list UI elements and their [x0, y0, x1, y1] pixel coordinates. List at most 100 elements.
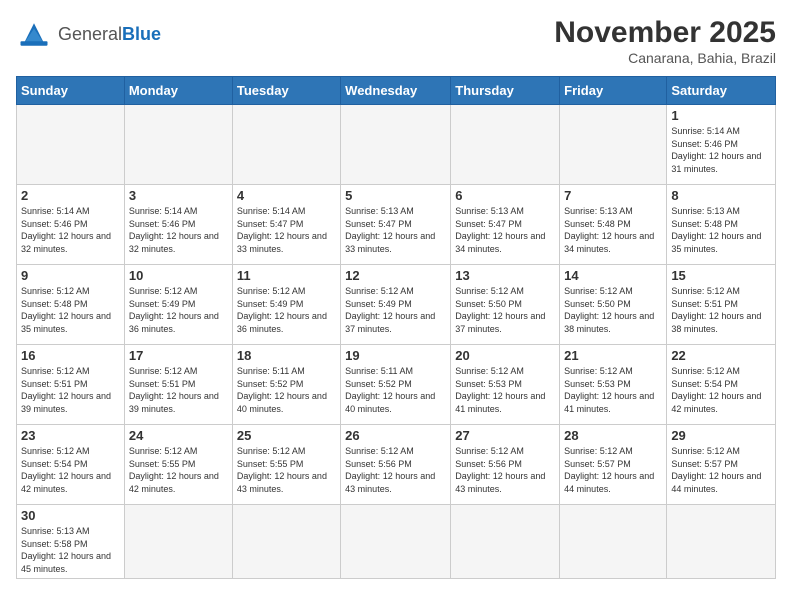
- day-number: 9: [21, 268, 120, 283]
- day-number: 30: [21, 508, 120, 523]
- day-number: 12: [345, 268, 446, 283]
- logo-blue: Blue: [122, 24, 161, 44]
- day-number: 14: [564, 268, 662, 283]
- day-info: Sunrise: 5:12 AM Sunset: 5:56 PM Dayligh…: [455, 445, 555, 495]
- calendar-cell: 11Sunrise: 5:12 AM Sunset: 5:49 PM Dayli…: [232, 265, 340, 345]
- day-number: 13: [455, 268, 555, 283]
- calendar-cell: 23 Sunrise: 5:12 AM Sunset: 5:54 PM Dayli…: [17, 425, 125, 505]
- day-info: Sunrise: 5:12 AM Sunset: 5:49 PM Dayligh…: [345, 285, 446, 335]
- calendar-cell: 19 Sunrise: 5:11 AM Sunset: 5:52 PM Dayli…: [341, 345, 451, 425]
- logo-text: GeneralBlue: [58, 25, 161, 43]
- calendar-cell: 22Sunrise: 5:12 AM Sunset: 5:54 PM Dayli…: [667, 345, 776, 425]
- calendar-cell: 14 Sunrise: 5:12 AM Sunset: 5:50 PM Dayli…: [560, 265, 667, 345]
- calendar-cell: [124, 105, 232, 185]
- day-info: Sunrise: 5:12 AM Sunset: 5:53 PM Dayligh…: [455, 365, 555, 415]
- calendar-header-saturday: Saturday: [667, 77, 776, 105]
- day-number: 2: [21, 188, 120, 203]
- day-number: 26: [345, 428, 446, 443]
- calendar-cell: 27 Sunrise: 5:12 AM Sunset: 5:56 PM Dayli…: [451, 425, 560, 505]
- day-info: Sunrise: 5:14 AM Sunset: 5:46 PM Dayligh…: [671, 125, 771, 175]
- calendar-cell: 16 Sunrise: 5:12 AM Sunset: 5:51 PM Dayli…: [17, 345, 125, 425]
- calendar-cell: [560, 105, 667, 185]
- calendar-cell: 21Sunrise: 5:12 AM Sunset: 5:53 PM Dayli…: [560, 345, 667, 425]
- day-number: 29: [671, 428, 771, 443]
- calendar-header-row: SundayMondayTuesdayWednesdayThursdayFrid…: [17, 77, 776, 105]
- calendar-cell: [560, 505, 667, 579]
- calendar-week-1: 2Sunrise: 5:14 AM Sunset: 5:46 PM Daylig…: [17, 185, 776, 265]
- calendar-cell: 12 Sunrise: 5:12 AM Sunset: 5:49 PM Dayli…: [341, 265, 451, 345]
- calendar-cell: 26Sunrise: 5:12 AM Sunset: 5:56 PM Dayli…: [341, 425, 451, 505]
- day-info: Sunrise: 5:12 AM Sunset: 5:54 PM Dayligh…: [21, 445, 120, 495]
- day-info: Sunrise: 5:12 AM Sunset: 5:55 PM Dayligh…: [237, 445, 336, 495]
- calendar-cell: [451, 505, 560, 579]
- calendar-header-sunday: Sunday: [17, 77, 125, 105]
- day-info: Sunrise: 5:13 AM Sunset: 5:48 PM Dayligh…: [564, 205, 662, 255]
- day-info: Sunrise: 5:13 AM Sunset: 5:58 PM Dayligh…: [21, 525, 120, 575]
- day-info: Sunrise: 5:12 AM Sunset: 5:49 PM Dayligh…: [129, 285, 228, 335]
- day-info: Sunrise: 5:11 AM Sunset: 5:52 PM Dayligh…: [237, 365, 336, 415]
- day-info: Sunrise: 5:12 AM Sunset: 5:57 PM Dayligh…: [671, 445, 771, 495]
- day-number: 27: [455, 428, 555, 443]
- day-info: Sunrise: 5:11 AM Sunset: 5:52 PM Dayligh…: [345, 365, 446, 415]
- day-info: Sunrise: 5:12 AM Sunset: 5:51 PM Dayligh…: [21, 365, 120, 415]
- day-number: 18: [237, 348, 336, 363]
- day-number: 19: [345, 348, 446, 363]
- calendar-cell: 6 Sunrise: 5:13 AM Sunset: 5:47 PM Daylig…: [451, 185, 560, 265]
- calendar-header-monday: Monday: [124, 77, 232, 105]
- day-number: 7: [564, 188, 662, 203]
- calendar-cell: 17Sunrise: 5:12 AM Sunset: 5:51 PM Dayli…: [124, 345, 232, 425]
- title-block: November 2025 Canarana, Bahia, Brazil: [554, 16, 776, 66]
- calendar-cell: 4 Sunrise: 5:14 AM Sunset: 5:47 PM Daylig…: [232, 185, 340, 265]
- calendar-cell: 5Sunrise: 5:13 AM Sunset: 5:47 PM Daylig…: [341, 185, 451, 265]
- day-number: 8: [671, 188, 771, 203]
- logo-icon: [16, 16, 52, 52]
- calendar-cell: 28Sunrise: 5:12 AM Sunset: 5:57 PM Dayli…: [560, 425, 667, 505]
- calendar-cell: [124, 505, 232, 579]
- calendar-cell: 13 Sunrise: 5:12 AM Sunset: 5:50 PM Dayli…: [451, 265, 560, 345]
- calendar: SundayMondayTuesdayWednesdayThursdayFrid…: [16, 76, 776, 579]
- main-title: November 2025: [554, 16, 776, 50]
- day-number: 23: [21, 428, 120, 443]
- calendar-week-5: 30 Sunrise: 5:13 AM Sunset: 5:58 PM Dayli…: [17, 505, 776, 579]
- logo-general: General: [58, 24, 122, 44]
- calendar-cell: 24 Sunrise: 5:12 AM Sunset: 5:55 PM Dayli…: [124, 425, 232, 505]
- day-info: Sunrise: 5:12 AM Sunset: 5:48 PM Dayligh…: [21, 285, 120, 335]
- day-number: 4: [237, 188, 336, 203]
- day-number: 5: [345, 188, 446, 203]
- day-number: 15: [671, 268, 771, 283]
- subtitle: Canarana, Bahia, Brazil: [554, 50, 776, 66]
- calendar-cell: [667, 505, 776, 579]
- day-info: Sunrise: 5:12 AM Sunset: 5:54 PM Dayligh…: [671, 365, 771, 415]
- day-info: Sunrise: 5:13 AM Sunset: 5:48 PM Dayligh…: [671, 205, 771, 255]
- calendar-cell: [341, 505, 451, 579]
- calendar-cell: 9 Sunrise: 5:12 AM Sunset: 5:48 PM Daylig…: [17, 265, 125, 345]
- day-number: 21: [564, 348, 662, 363]
- calendar-cell: 18 Sunrise: 5:11 AM Sunset: 5:52 PM Dayli…: [232, 345, 340, 425]
- calendar-week-0: 1 Sunrise: 5:14 AM Sunset: 5:46 PM Daylig…: [17, 105, 776, 185]
- calendar-cell: [232, 505, 340, 579]
- calendar-cell: 1 Sunrise: 5:14 AM Sunset: 5:46 PM Daylig…: [667, 105, 776, 185]
- day-info: Sunrise: 5:12 AM Sunset: 5:50 PM Dayligh…: [455, 285, 555, 335]
- day-info: Sunrise: 5:12 AM Sunset: 5:50 PM Dayligh…: [564, 285, 662, 335]
- calendar-cell: [451, 105, 560, 185]
- day-number: 3: [129, 188, 228, 203]
- calendar-header-friday: Friday: [560, 77, 667, 105]
- calendar-cell: 2Sunrise: 5:14 AM Sunset: 5:46 PM Daylig…: [17, 185, 125, 265]
- calendar-cell: 29 Sunrise: 5:12 AM Sunset: 5:57 PM Dayli…: [667, 425, 776, 505]
- day-number: 1: [671, 108, 771, 123]
- day-number: 24: [129, 428, 228, 443]
- calendar-week-2: 9 Sunrise: 5:12 AM Sunset: 5:48 PM Daylig…: [17, 265, 776, 345]
- day-info: Sunrise: 5:12 AM Sunset: 5:51 PM Dayligh…: [671, 285, 771, 335]
- day-info: Sunrise: 5:14 AM Sunset: 5:47 PM Dayligh…: [237, 205, 336, 255]
- day-number: 16: [21, 348, 120, 363]
- day-info: Sunrise: 5:12 AM Sunset: 5:49 PM Dayligh…: [237, 285, 336, 335]
- day-info: Sunrise: 5:12 AM Sunset: 5:51 PM Dayligh…: [129, 365, 228, 415]
- calendar-header-wednesday: Wednesday: [341, 77, 451, 105]
- logo: GeneralBlue: [16, 16, 161, 52]
- calendar-cell: [17, 105, 125, 185]
- calendar-week-4: 23 Sunrise: 5:12 AM Sunset: 5:54 PM Dayli…: [17, 425, 776, 505]
- calendar-cell: 8 Sunrise: 5:13 AM Sunset: 5:48 PM Daylig…: [667, 185, 776, 265]
- day-number: 6: [455, 188, 555, 203]
- day-info: Sunrise: 5:12 AM Sunset: 5:55 PM Dayligh…: [129, 445, 228, 495]
- day-info: Sunrise: 5:13 AM Sunset: 5:47 PM Dayligh…: [455, 205, 555, 255]
